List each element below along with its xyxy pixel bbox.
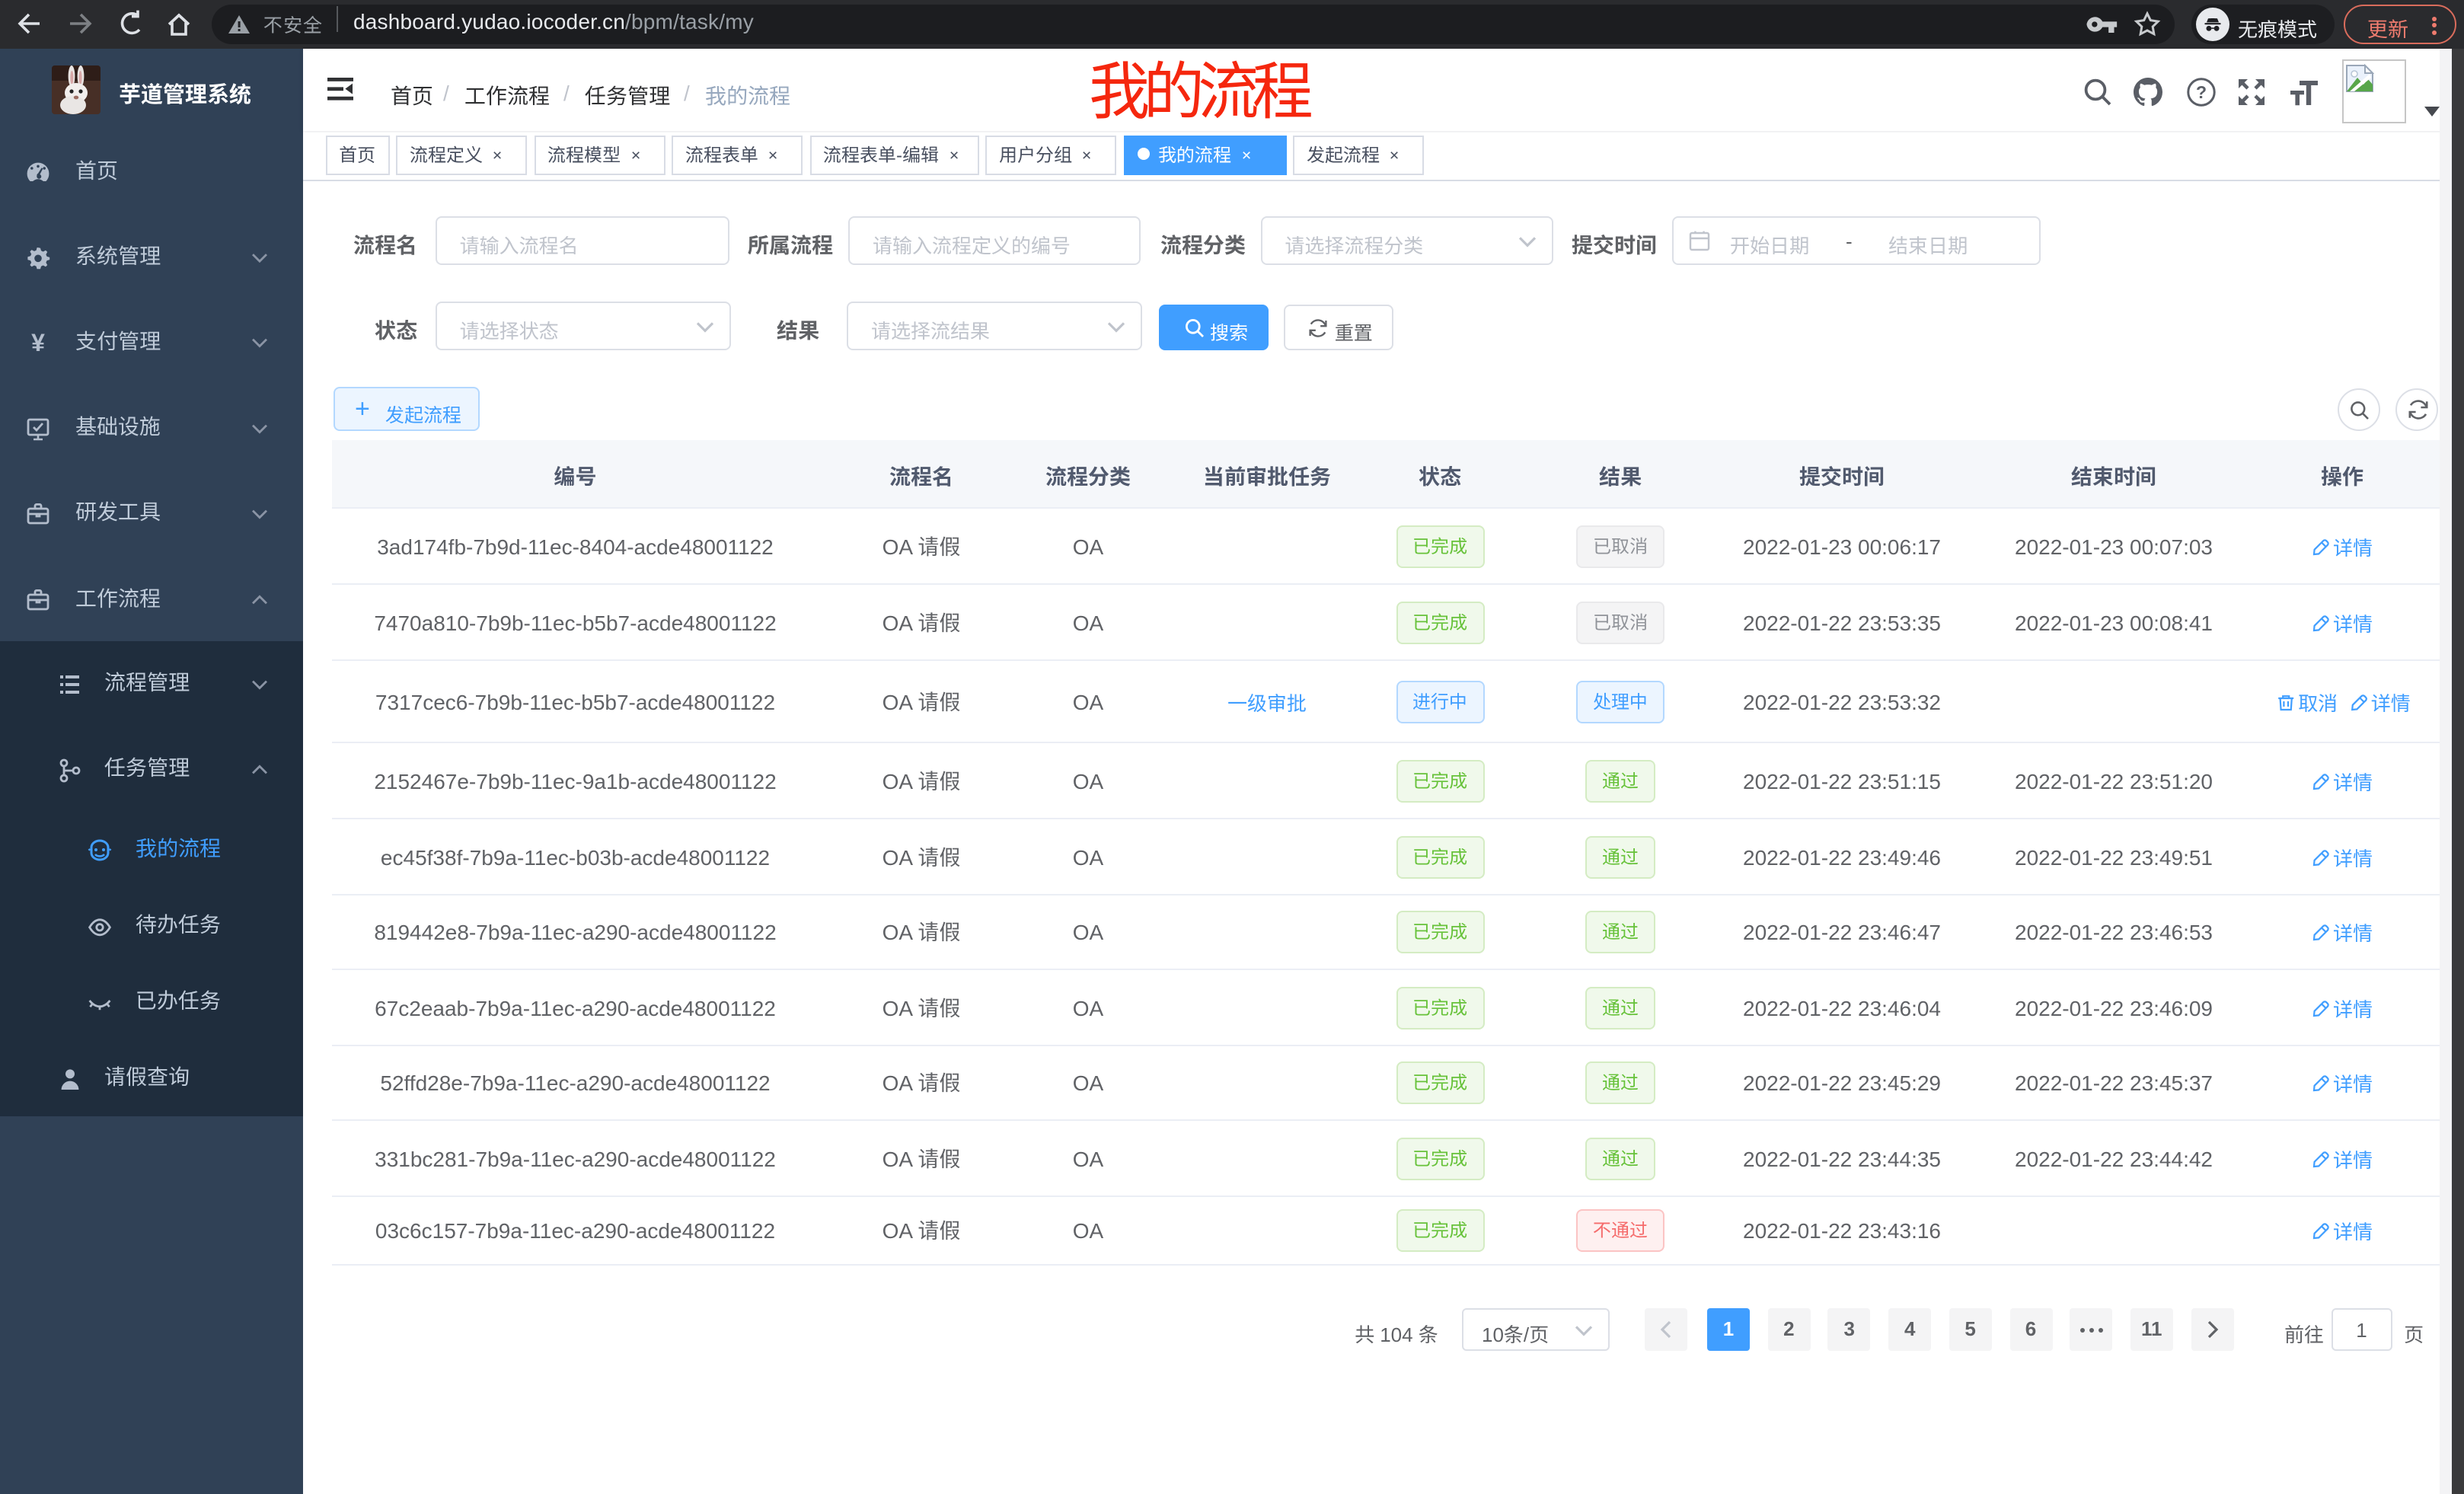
svg-text:?: ? — [2195, 81, 2206, 101]
svg-text:¥: ¥ — [31, 328, 45, 356]
